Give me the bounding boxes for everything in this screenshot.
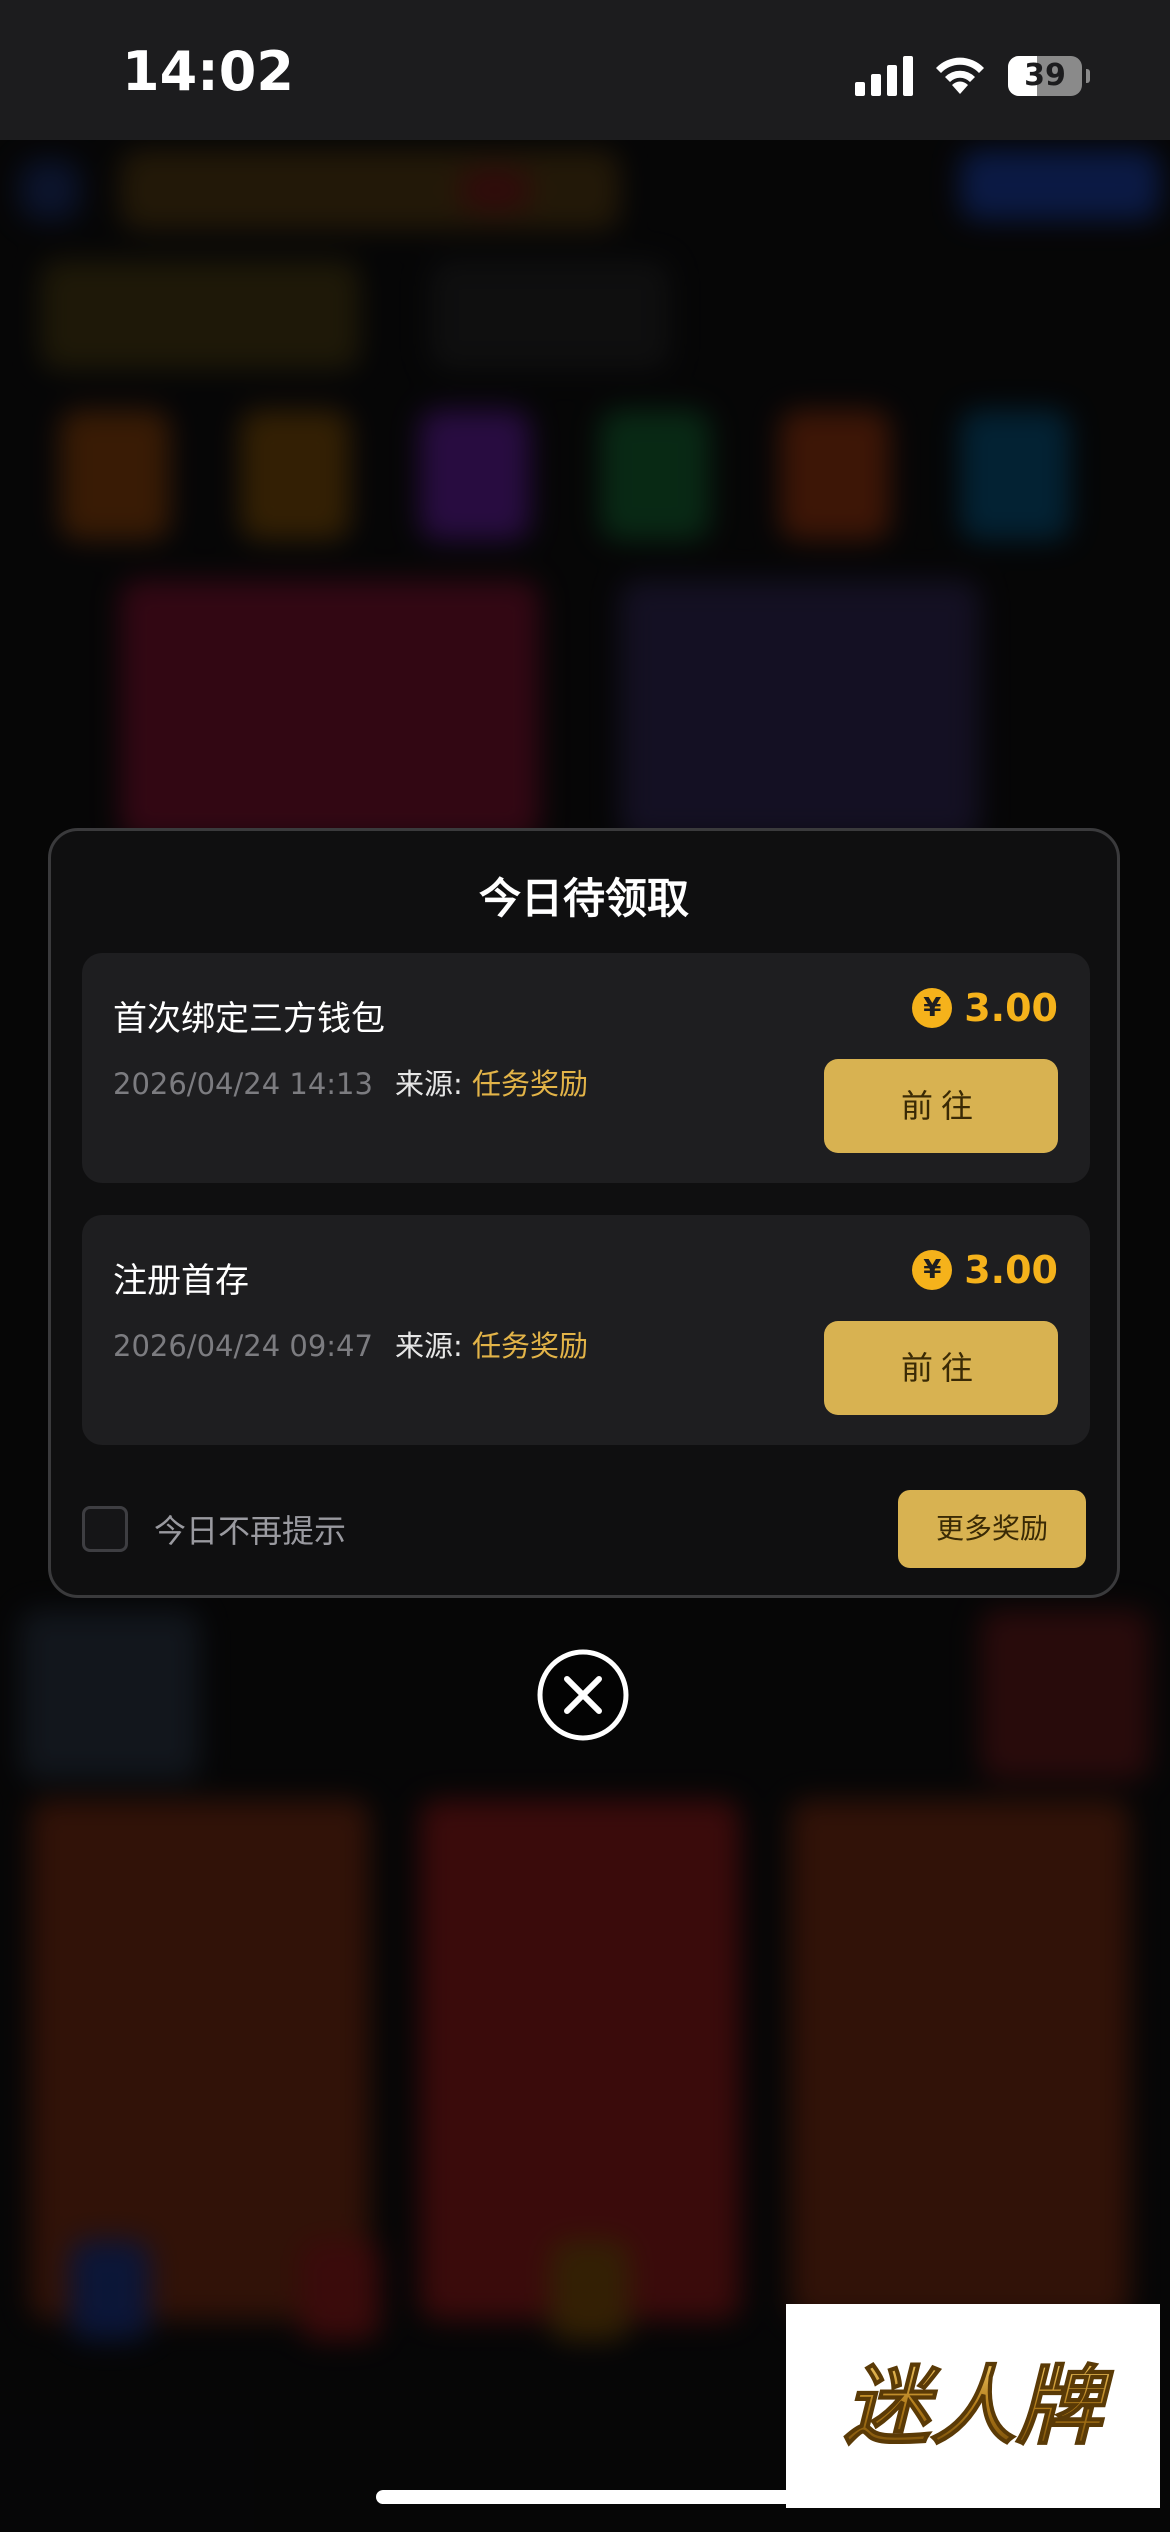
- wifi-icon: [936, 57, 984, 94]
- go-button[interactable]: 前往: [824, 1321, 1058, 1415]
- reward-card: 首次绑定三方钱包 2026/04/24 14:13 来源: 任务奖励 ¥ 3.00…: [82, 953, 1090, 1183]
- reward-datetime: 2026/04/24 09:47: [113, 1329, 373, 1363]
- home-indicator[interactable]: [376, 2490, 794, 2504]
- battery-level: 39: [1024, 58, 1066, 93]
- go-button[interactable]: 前往: [824, 1059, 1058, 1153]
- reward-meta: 2026/04/24 09:47 来源: 任务奖励: [113, 1323, 588, 1365]
- dont-show-today-label[interactable]: 今日不再提示: [154, 1506, 346, 1552]
- reward-amount-value: 3.00: [964, 1248, 1058, 1292]
- reward-meta: 2026/04/24 14:13 来源: 任务奖励: [113, 1061, 588, 1103]
- watermark-logo-text: 迷人牌: [843, 2356, 1115, 2458]
- status-bar: 14:02 39: [0, 0, 1170, 140]
- battery-icon: 39: [1008, 56, 1090, 96]
- dont-show-today-row[interactable]: 今日不再提示: [82, 1503, 346, 1555]
- daily-rewards-modal: 今日待领取 首次绑定三方钱包 2026/04/24 14:13 来源: 任务奖励 …: [48, 828, 1120, 1598]
- cellular-signal-icon: [855, 56, 913, 96]
- screen: 14:02 39 今日待领取 首次绑定三方钱包 2026/04/24 14:13…: [0, 0, 1170, 2532]
- reward-source-value: 任务奖励: [471, 1067, 588, 1101]
- reward-amount: ¥ 3.00: [912, 1245, 1058, 1295]
- reward-amount: ¥ 3.00: [912, 983, 1058, 1033]
- reward-amount-value: 3.00: [964, 986, 1058, 1030]
- svg-text:迷人牌: 迷人牌: [844, 2357, 1114, 2457]
- watermark-logo: 迷人牌: [786, 2304, 1160, 2508]
- reward-datetime: 2026/04/24 14:13: [113, 1067, 373, 1101]
- reward-source-label: 来源:: [394, 1329, 463, 1363]
- status-time: 14:02: [122, 40, 294, 103]
- reward-source-label: 来源:: [394, 1067, 463, 1101]
- reward-title: 首次绑定三方钱包: [113, 999, 385, 1039]
- modal-title: 今日待领取: [478, 874, 689, 923]
- yuan-coin-icon: ¥: [912, 988, 953, 1028]
- reward-card: 注册首存 2026/04/24 09:47 来源: 任务奖励 ¥ 3.00 前往: [82, 1215, 1090, 1445]
- close-icon[interactable]: [536, 1648, 630, 1742]
- dont-show-today-checkbox[interactable]: [82, 1506, 128, 1552]
- yuan-coin-icon: ¥: [912, 1250, 953, 1290]
- reward-title: 注册首存: [113, 1261, 249, 1301]
- more-rewards-button[interactable]: 更多奖励: [898, 1490, 1086, 1568]
- reward-source-value: 任务奖励: [471, 1329, 588, 1363]
